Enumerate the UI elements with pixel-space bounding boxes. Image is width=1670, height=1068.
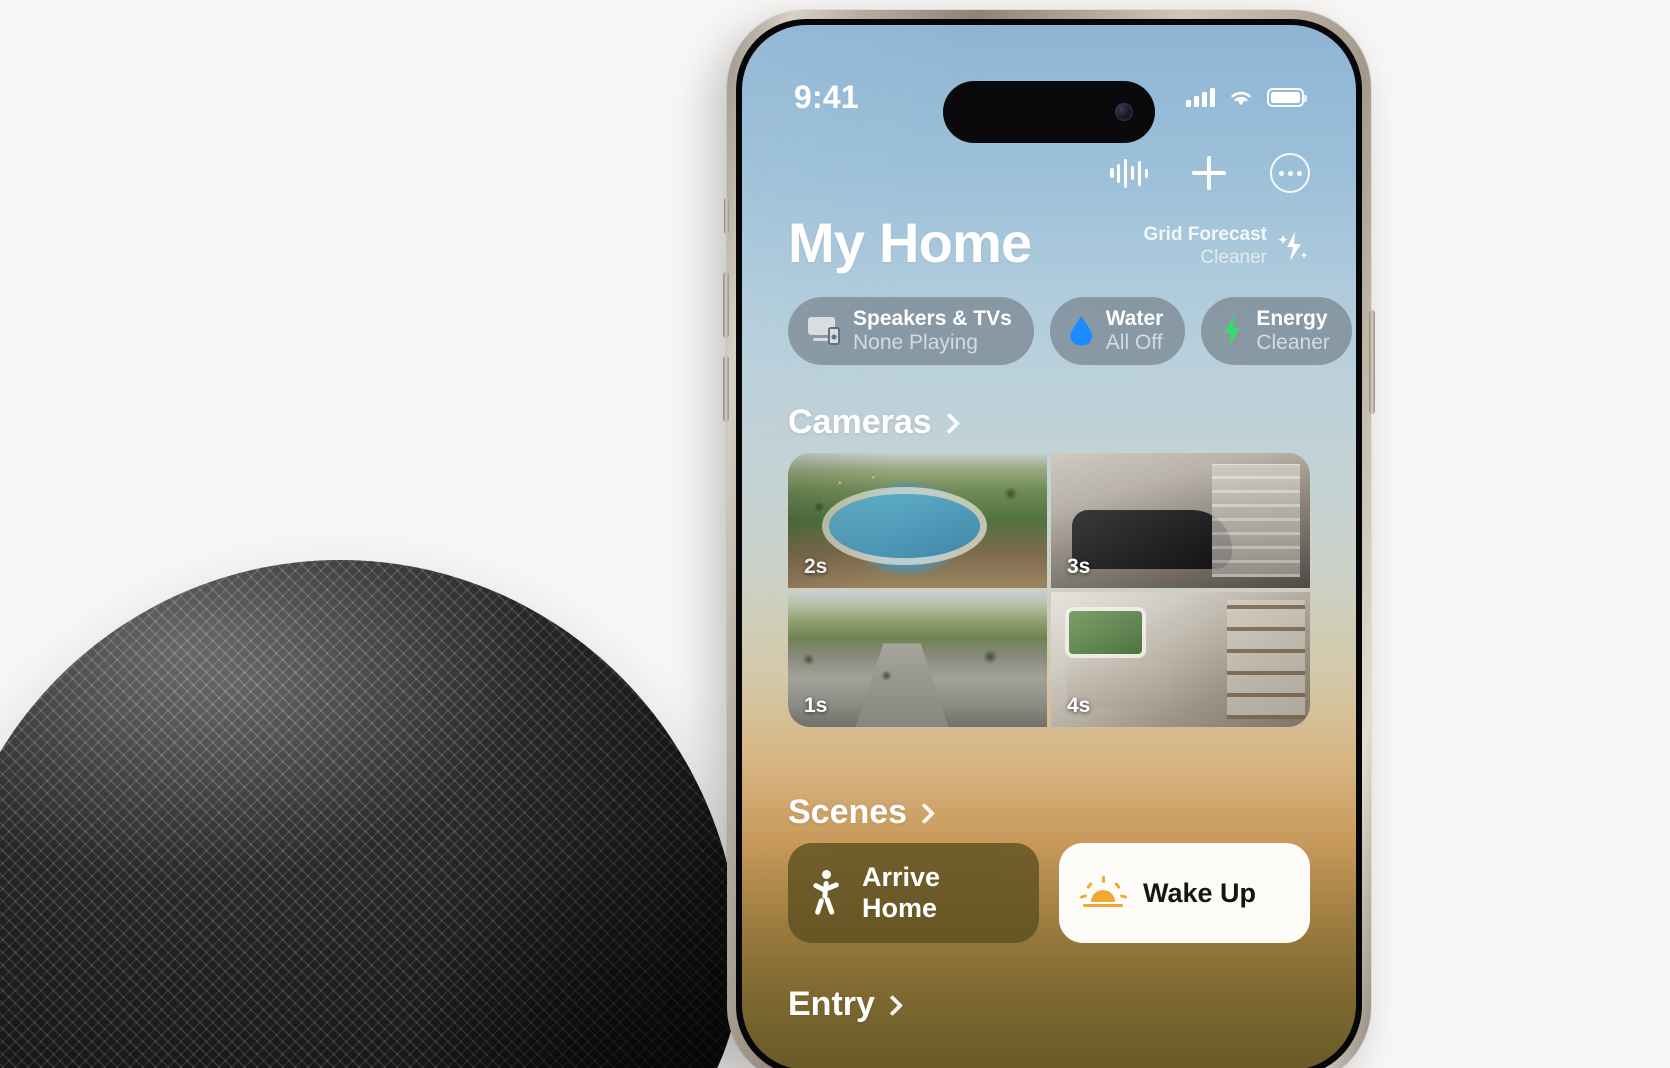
more-options-icon[interactable] xyxy=(1270,153,1310,193)
chevron-right-icon xyxy=(938,412,960,435)
front-camera-icon xyxy=(1115,103,1133,121)
add-icon[interactable] xyxy=(1192,156,1226,190)
section-header-scenes[interactable]: Scenes xyxy=(788,793,936,832)
grid-forecast-subtitle: Cleaner xyxy=(1200,246,1267,268)
pill-speakers-tvs[interactable]: Speakers & TVs None Playing xyxy=(788,297,1034,365)
camera-timestamp: 2s xyxy=(804,555,828,578)
grid-forecast-title: Grid Forecast xyxy=(1143,224,1267,246)
camera-tile-garage-gym[interactable]: 3s xyxy=(1051,453,1310,588)
chevron-right-icon xyxy=(913,802,936,825)
camera-tile-driveway[interactable]: 1s xyxy=(788,592,1047,727)
pill-subtitle: Cleaner xyxy=(1256,331,1330,354)
page-title: My Home xyxy=(788,211,1032,274)
camera-tile-pool[interactable]: 2s xyxy=(788,453,1047,588)
pill-energy[interactable]: Energy Cleaner xyxy=(1201,297,1352,365)
scene-button-arrive-home[interactable]: Arrive Home xyxy=(788,843,1039,943)
signal-bars-icon xyxy=(1186,87,1215,107)
pill-subtitle: All Off xyxy=(1105,331,1163,354)
section-label: Scenes xyxy=(788,793,908,831)
scene-row: Arrive Home Wake Up xyxy=(788,843,1310,943)
dynamic-island xyxy=(943,81,1155,143)
phone-bezel: 9:41 My Home Grid Forecast Cleaner Speak… xyxy=(736,19,1362,1068)
sparkle-bolt-icon xyxy=(1278,231,1308,261)
scene-label: Arrive Home xyxy=(862,862,941,923)
camera-timestamp: 3s xyxy=(1067,555,1091,578)
pill-title: Water xyxy=(1105,307,1164,331)
volume-up-button[interactable] xyxy=(723,272,729,338)
scene-button-wake-up[interactable]: Wake Up xyxy=(1059,843,1310,943)
shelf-detail xyxy=(1227,600,1305,719)
energy-bolt-icon xyxy=(1224,315,1240,347)
sunrise-icon xyxy=(1079,876,1128,910)
wifi-icon xyxy=(1231,91,1251,105)
voice-waveform-icon[interactable] xyxy=(1110,156,1148,190)
iphone-device: 9:41 My Home Grid Forecast Cleaner Speak… xyxy=(723,10,1375,1068)
scene-label: Wake Up xyxy=(1143,877,1257,908)
chevron-right-icon xyxy=(881,994,904,1017)
section-label: Cameras xyxy=(788,403,932,441)
section-header-cameras[interactable]: Cameras xyxy=(788,403,960,442)
camera-timestamp: 4s xyxy=(1067,694,1091,717)
power-button[interactable] xyxy=(1369,310,1375,414)
section-label: Entry xyxy=(788,985,875,1023)
pill-title: Energy xyxy=(1256,307,1328,331)
pill-title: Speakers & TVs xyxy=(853,307,1012,331)
silent-switch[interactable] xyxy=(724,198,729,234)
section-header-entry[interactable]: Entry xyxy=(788,985,904,1024)
camera-timestamp: 1s xyxy=(804,694,828,717)
speaker-tv-icon xyxy=(808,317,840,345)
status-indicators xyxy=(1186,61,1307,107)
grid-forecast-badge[interactable]: Grid Forecast Cleaner xyxy=(1143,224,1310,275)
camera-grid: 2s 3s 1s 4s xyxy=(788,453,1310,727)
walking-person-icon xyxy=(810,870,844,916)
status-time: 9:41 xyxy=(794,78,859,115)
battery-icon xyxy=(1267,87,1307,107)
water-drop-icon xyxy=(1069,316,1093,346)
title-row: My Home Grid Forecast Cleaner xyxy=(788,210,1310,275)
volume-down-button[interactable] xyxy=(723,356,729,422)
pill-water[interactable]: Water All Off xyxy=(1049,297,1186,365)
pill-subtitle: None Playing xyxy=(853,331,978,354)
homepod-mini-product-photo xyxy=(0,560,740,1068)
home-app-screen: 9:41 My Home Grid Forecast Cleaner Speak… xyxy=(742,25,1356,1068)
status-pill-row: Speakers & TVs None Playing Water All Of… xyxy=(788,297,1352,365)
camera-tile-living-room[interactable]: 4s xyxy=(1051,592,1310,727)
header-actions xyxy=(1110,153,1310,193)
